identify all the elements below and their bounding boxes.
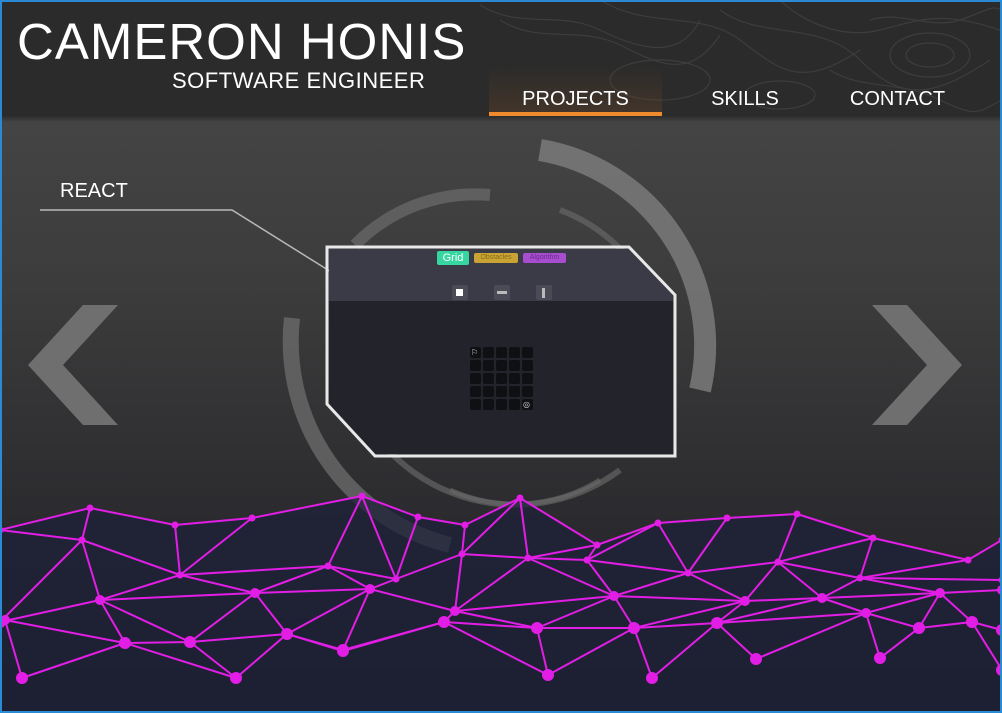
mesh-node	[248, 514, 256, 522]
mesh-node	[365, 584, 375, 594]
mesh-node	[184, 636, 196, 648]
site-title: CAMERON HONIS	[17, 13, 467, 70]
mesh-node	[684, 569, 692, 577]
mesh-node	[817, 593, 827, 603]
mesh-node	[438, 616, 450, 628]
project-tech-label: REACT	[60, 180, 128, 202]
mesh-node	[358, 492, 366, 500]
mesh-fill	[0, 496, 1002, 713]
mesh-node	[964, 556, 972, 564]
mesh-node	[250, 588, 260, 598]
mesh-node	[414, 513, 422, 521]
chevron-left-icon[interactable]	[28, 305, 118, 425]
nav-contact[interactable]: CONTACT	[825, 66, 970, 116]
nav-skills[interactable]: SKILLS	[680, 66, 810, 116]
mesh-node	[78, 536, 86, 544]
card-border	[325, 245, 677, 458]
mesh-node	[324, 562, 332, 570]
mesh-node	[646, 672, 658, 684]
mesh-node	[524, 554, 532, 562]
mesh-node	[793, 510, 801, 518]
mesh-node	[750, 653, 762, 665]
project-preview-card[interactable]: Grid Obstacles Algorithm ⚐ ◎	[325, 245, 677, 458]
header-shadow	[0, 116, 1002, 122]
mesh-node	[913, 622, 925, 634]
mesh-node	[337, 645, 349, 657]
mesh-node	[654, 519, 662, 527]
network-mesh-graphic	[0, 492, 1002, 713]
mesh-node	[874, 652, 886, 664]
mesh-node	[593, 541, 601, 549]
mesh-node	[119, 637, 131, 649]
mesh-node	[450, 606, 460, 616]
mesh-node	[609, 591, 619, 601]
mesh-node	[176, 571, 184, 579]
mesh-node	[856, 574, 864, 582]
mesh-node	[281, 628, 293, 640]
mesh-edge	[124, 641, 191, 644]
mesh-node	[171, 521, 179, 529]
mesh-node	[966, 616, 978, 628]
mesh-node	[0, 615, 10, 625]
mesh-node	[723, 514, 731, 522]
mesh-node	[583, 556, 591, 564]
mesh-node	[861, 608, 871, 618]
mesh-node	[392, 575, 400, 583]
mesh-node	[461, 521, 469, 529]
mesh-node	[516, 494, 524, 502]
mesh-node	[458, 550, 466, 558]
mesh-node	[628, 622, 640, 634]
mesh-node	[740, 596, 750, 606]
mesh-node	[542, 669, 554, 681]
mesh-node	[869, 534, 877, 542]
mesh-node	[711, 617, 723, 629]
mesh-node	[774, 558, 782, 566]
chevron-right-icon[interactable]	[872, 305, 962, 425]
site-subtitle: SOFTWARE ENGINEER	[172, 68, 426, 93]
mesh-node	[86, 504, 94, 512]
nav-projects[interactable]: PROJECTS	[489, 66, 662, 116]
mesh-node	[531, 622, 543, 634]
mesh-node	[16, 672, 28, 684]
mesh-node	[95, 595, 105, 605]
site-header: CAMERON HONIS SOFTWARE ENGINEER PROJECTS…	[0, 0, 1002, 116]
mesh-node	[230, 672, 242, 684]
mesh-node	[935, 588, 945, 598]
